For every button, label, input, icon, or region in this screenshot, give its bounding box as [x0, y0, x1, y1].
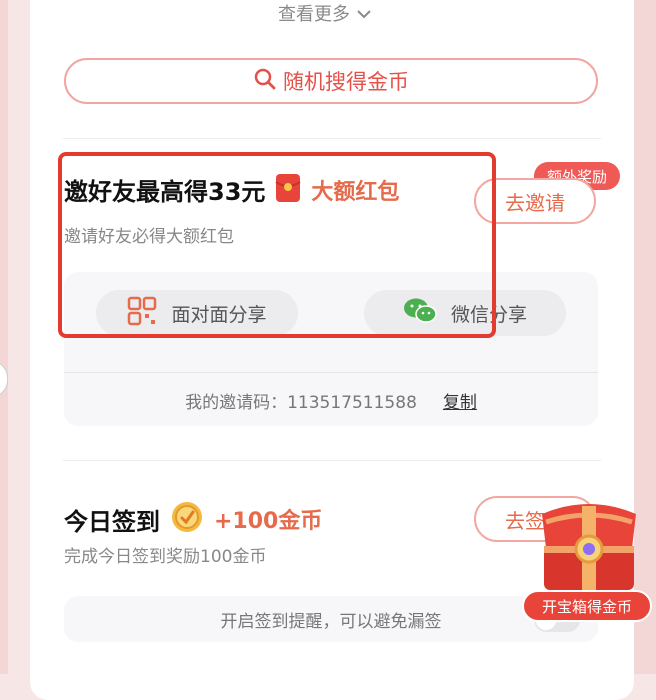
- gold-coin-icon: [170, 500, 204, 538]
- search-icon: [253, 67, 277, 96]
- highlight-annotation-box: [58, 152, 496, 338]
- left-background-strip: [0, 0, 8, 674]
- see-more-link[interactable]: 查看更多: [278, 0, 372, 26]
- copy-invite-code-button[interactable]: 复制: [443, 393, 477, 413]
- divider-2: [63, 460, 601, 461]
- invite-code-row: 我的邀请码：113517511588 复制: [64, 388, 598, 413]
- checkin-reminder-text: 开启签到提醒，可以避免漏签: [220, 611, 442, 632]
- checkin-reminder-row: 开启签到提醒，可以避免漏签: [64, 596, 598, 642]
- checkin-reward: +100金币: [214, 509, 323, 534]
- chevron-down-icon: [356, 4, 372, 25]
- checkin-task-title: 今日签到: [64, 507, 160, 536]
- share-panel-divider: [64, 372, 598, 373]
- treasure-chest-label[interactable]: 开宝箱得金币: [522, 590, 652, 622]
- invite-code-value: 113517511588: [287, 393, 417, 413]
- checkin-task-title-row: 今日签到 +100金币: [64, 500, 322, 538]
- see-more-label: 查看更多: [278, 4, 350, 25]
- random-search-button[interactable]: 随机搜得金币: [64, 58, 598, 104]
- invite-code-prefix: 我的邀请码：: [185, 393, 288, 413]
- checkin-task-description: 完成今日签到奖励100金币: [64, 547, 267, 567]
- divider-1: [63, 138, 601, 139]
- random-search-label: 随机搜得金币: [283, 70, 409, 94]
